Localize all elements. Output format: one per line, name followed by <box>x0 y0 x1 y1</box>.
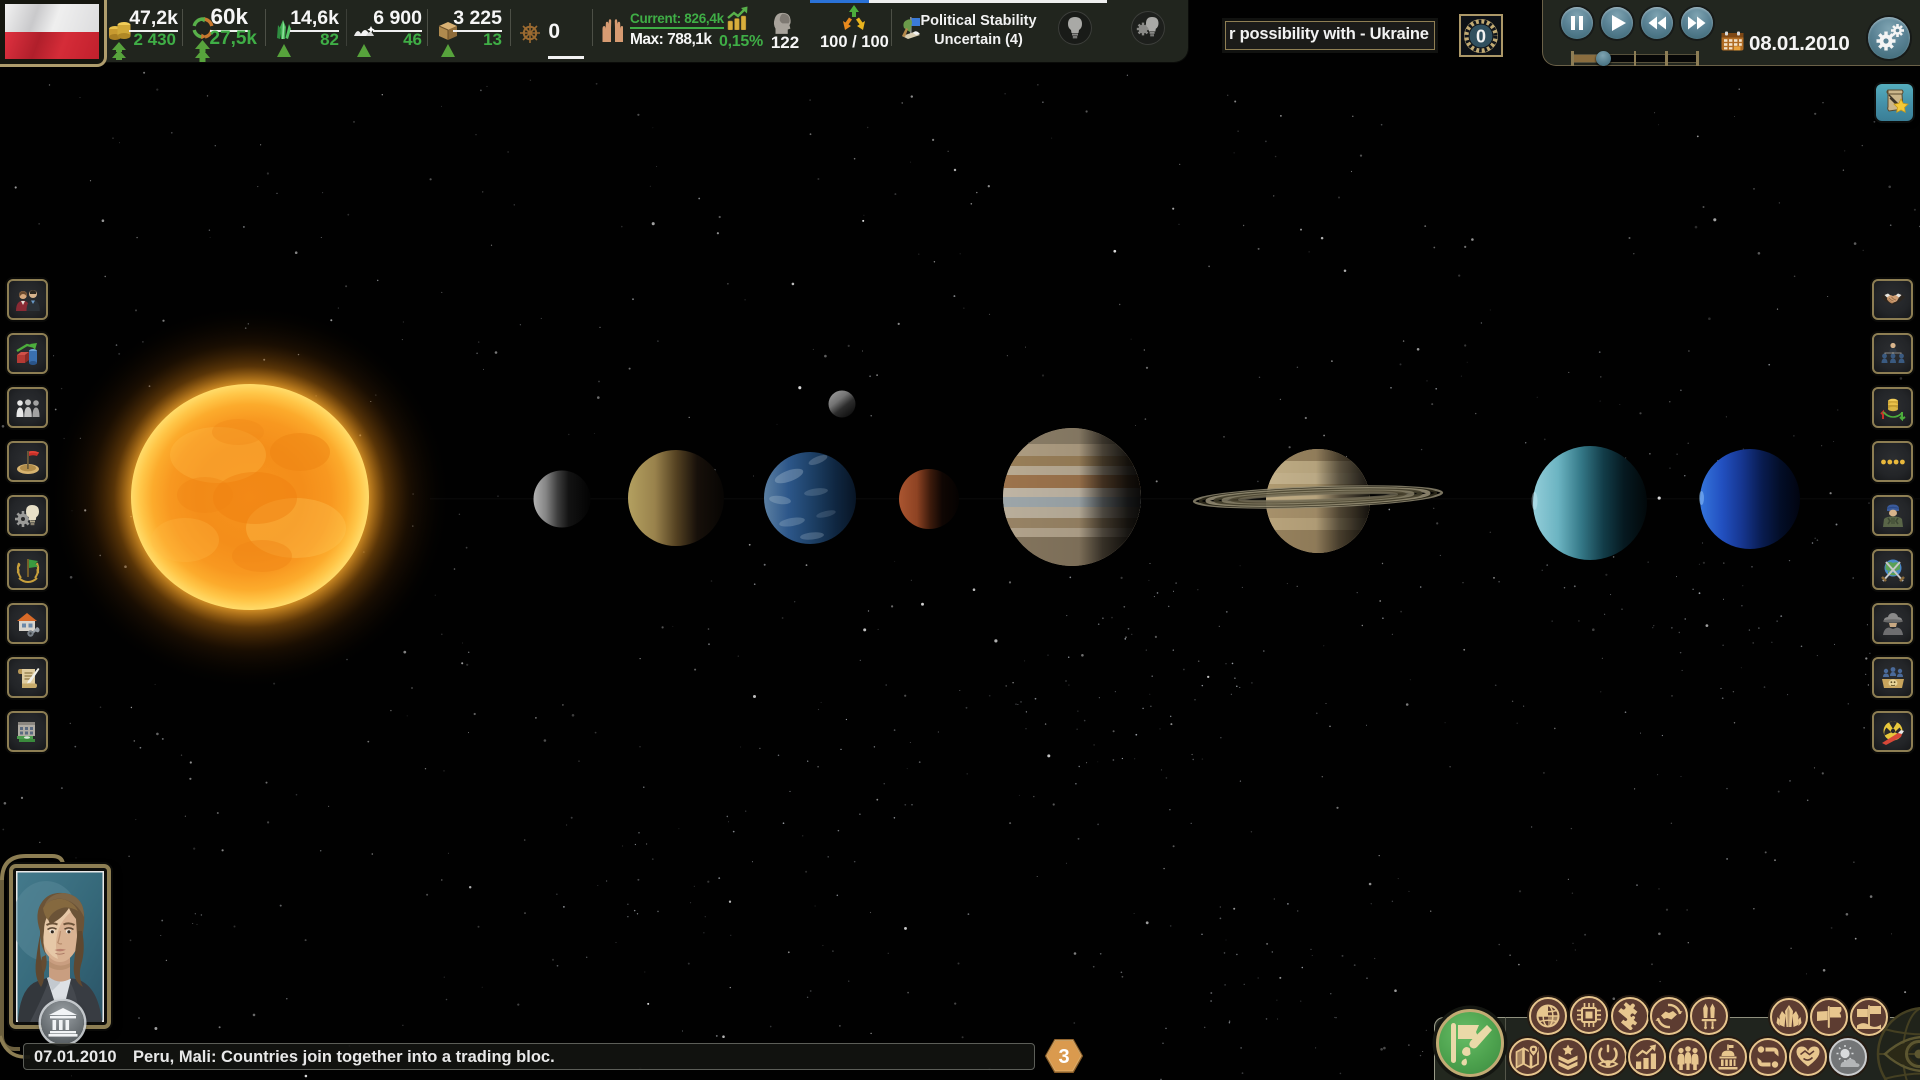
svg-text:0: 0 <box>1476 26 1486 46</box>
svg-text:3: 3 <box>1058 1046 1069 1068</box>
